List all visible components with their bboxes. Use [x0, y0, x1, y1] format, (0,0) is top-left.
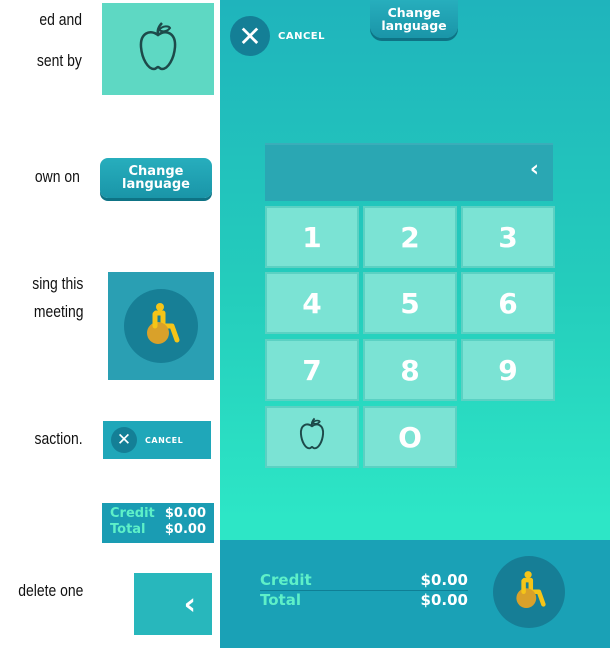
key-8[interactable]: 8	[363, 339, 457, 401]
credit-value: $0.00	[420, 571, 468, 589]
apple-icon	[138, 21, 178, 78]
totals-sample: Credit $0.00 Total $0.00	[102, 503, 214, 543]
wheelchair-icon	[511, 570, 547, 615]
backspace-sample: ‹	[134, 573, 212, 635]
credit-label: Credit	[110, 506, 155, 521]
accessibility-card	[108, 272, 214, 380]
cancel-button[interactable]: ✕ CANCEL	[230, 16, 325, 56]
bottom-bar: Credit $0.00 Total $0.00	[220, 540, 610, 648]
apple-icon	[299, 417, 325, 458]
lang-line-2: language	[381, 18, 447, 33]
total-label: Total	[110, 522, 146, 537]
key-1[interactable]: 1	[265, 206, 359, 268]
doc-text-line: meeting	[33, 302, 83, 321]
total-label: Total	[260, 591, 301, 609]
wheelchair-icon	[141, 302, 181, 351]
close-icon[interactable]: ✕	[230, 16, 270, 56]
change-language-button-sample: Change language	[100, 158, 212, 198]
key-9[interactable]: 9	[461, 339, 555, 401]
entry-display: ‹	[265, 143, 553, 201]
accessibility-button[interactable]	[493, 556, 565, 628]
cancel-button-sample: ✕ CANCEL	[103, 421, 211, 459]
cancel-label: CANCEL	[278, 30, 325, 42]
close-icon: ✕	[111, 427, 137, 453]
doc-text-line: sent by	[37, 51, 82, 70]
accessibility-circle	[124, 289, 198, 363]
totals: Credit $0.00 Total $0.00	[260, 572, 468, 609]
total-value: $0.00	[164, 522, 206, 537]
change-language-button[interactable]: Change language	[370, 0, 458, 38]
credit-value: $0.00	[164, 506, 206, 521]
apple-card	[102, 3, 214, 95]
key-5[interactable]: 5	[363, 272, 457, 334]
credit-label: Credit	[260, 571, 312, 589]
key-0[interactable]: O	[363, 406, 457, 468]
key-4[interactable]: 4	[265, 272, 359, 334]
doc-text-line: ed and	[39, 10, 82, 29]
kiosk-screen: ✕ CANCEL Change language ‹ 1 2 3 4 5 6 7…	[220, 0, 610, 648]
key-2[interactable]: 2	[363, 206, 457, 268]
key-7[interactable]: 7	[265, 339, 359, 401]
key-apple[interactable]	[265, 406, 359, 468]
chevron-left-icon: ‹	[183, 586, 196, 622]
key-3[interactable]: 3	[461, 206, 555, 268]
cancel-label: CANCEL	[145, 435, 184, 445]
doc-text-line: sing this	[31, 274, 83, 293]
doc-text-line: own on	[35, 167, 80, 186]
backspace-icon[interactable]: ‹	[530, 157, 539, 182]
total-value: $0.00	[420, 591, 468, 609]
doc-text-line: saction.	[34, 429, 83, 448]
doc-text-line: delete one	[17, 581, 83, 600]
key-6[interactable]: 6	[461, 272, 555, 334]
lang-line-2: language	[122, 177, 190, 192]
